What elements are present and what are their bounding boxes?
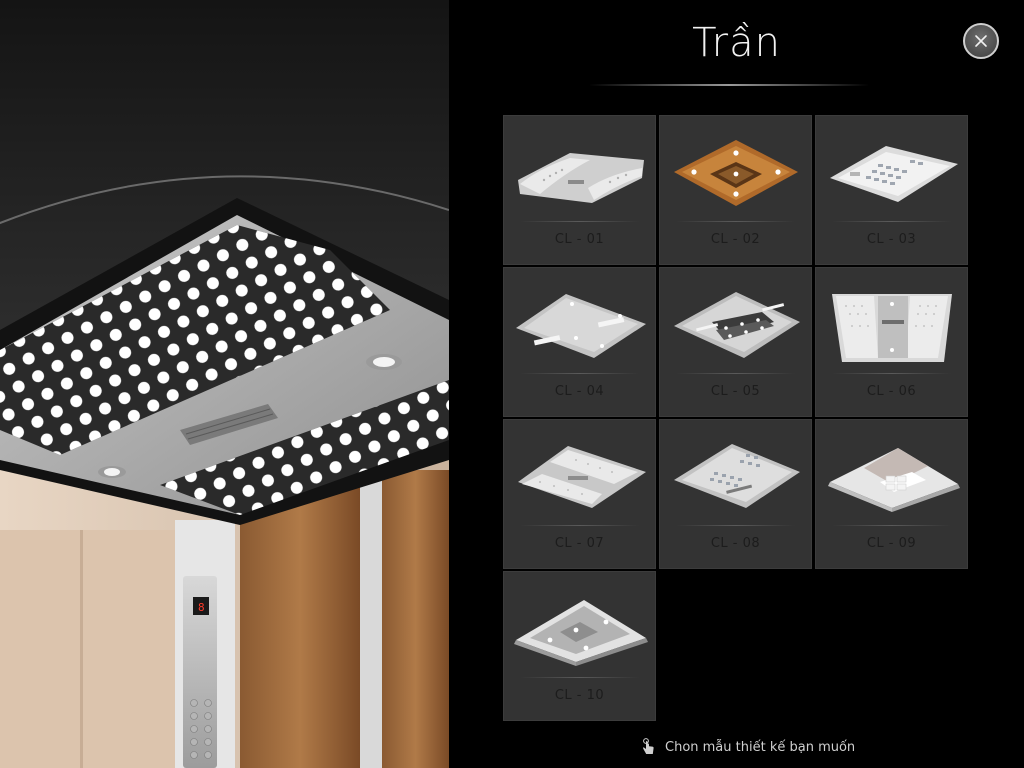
close-icon <box>975 35 987 47</box>
close-button[interactable] <box>963 23 999 59</box>
elevator-preview-image: 8 <box>0 175 449 768</box>
tile-divider <box>832 221 951 222</box>
ceiling-04-thumbnail <box>516 294 646 358</box>
ceiling-08-thumbnail <box>674 444 800 508</box>
ceiling-grid: CL - 01 CL - 02 CL - 03 CL - 04 CL - 05 … <box>503 115 969 721</box>
ceiling-01-thumbnail <box>518 153 644 203</box>
ceiling-option-cl-05[interactable]: CL - 05 <box>659 267 812 417</box>
ceiling-option-label: CL - 08 <box>710 536 761 551</box>
ceiling-option-label: CL - 06 <box>866 384 917 399</box>
tile-divider <box>520 677 639 678</box>
ceiling-preview: 8 <box>0 0 449 768</box>
tile-divider <box>676 525 795 526</box>
tap-hand-icon <box>643 738 654 754</box>
ceiling-option-label: CL - 10 <box>554 688 605 703</box>
ceiling-option-cl-06[interactable]: CL - 06 <box>815 267 968 417</box>
ceiling-option-cl-03[interactable]: CL - 03 <box>815 115 968 265</box>
selection-hint: Chon mẫu thiết kế bạn muốn <box>641 738 855 756</box>
ceiling-option-label: CL - 05 <box>710 384 761 399</box>
ceiling-02-thumbnail <box>674 140 798 206</box>
tile-divider <box>676 373 795 374</box>
title-divider <box>589 84 869 86</box>
ceiling-option-label: CL - 09 <box>866 536 917 551</box>
tile-divider <box>520 373 639 374</box>
ceiling-option-cl-07[interactable]: CL - 07 <box>503 419 656 569</box>
ceiling-option-cl-08[interactable]: CL - 08 <box>659 419 812 569</box>
ceiling-03-thumbnail <box>830 146 958 202</box>
ceiling-09-thumbnail <box>828 448 960 512</box>
ceiling-option-label: CL - 02 <box>710 232 761 247</box>
tile-divider <box>832 525 951 526</box>
ceiling-option-label: CL - 01 <box>554 232 605 247</box>
ceiling-option-label: CL - 04 <box>554 384 605 399</box>
page-title: Trần <box>692 20 781 66</box>
ceiling-option-label: CL - 03 <box>866 232 917 247</box>
ceiling-06-thumbnail <box>832 294 952 362</box>
ceiling-option-cl-01[interactable]: CL - 01 <box>503 115 656 265</box>
ceiling-option-cl-10[interactable]: CL - 10 <box>503 571 656 721</box>
ceiling-option-label: CL - 07 <box>554 536 605 551</box>
ceiling-option-cl-09[interactable]: CL - 09 <box>815 419 968 569</box>
tile-divider <box>676 221 795 222</box>
ceiling-07-thumbnail <box>518 446 646 508</box>
ceiling-option-cl-04[interactable]: CL - 04 <box>503 267 656 417</box>
floor-display: 8 <box>198 601 205 614</box>
ceiling-05-thumbnail <box>674 292 800 358</box>
ceiling-10-thumbnail <box>514 600 648 666</box>
ceiling-option-cl-02[interactable]: CL - 02 <box>659 115 812 265</box>
tile-divider <box>520 525 639 526</box>
tile-divider <box>832 373 951 374</box>
tile-divider <box>520 221 639 222</box>
selection-hint-text: Chon mẫu thiết kế bạn muốn <box>665 739 856 755</box>
ceiling-selection-panel: Trần CL - 01 CL - 02 CL - 03 CL - 04 CL … <box>449 0 1024 768</box>
